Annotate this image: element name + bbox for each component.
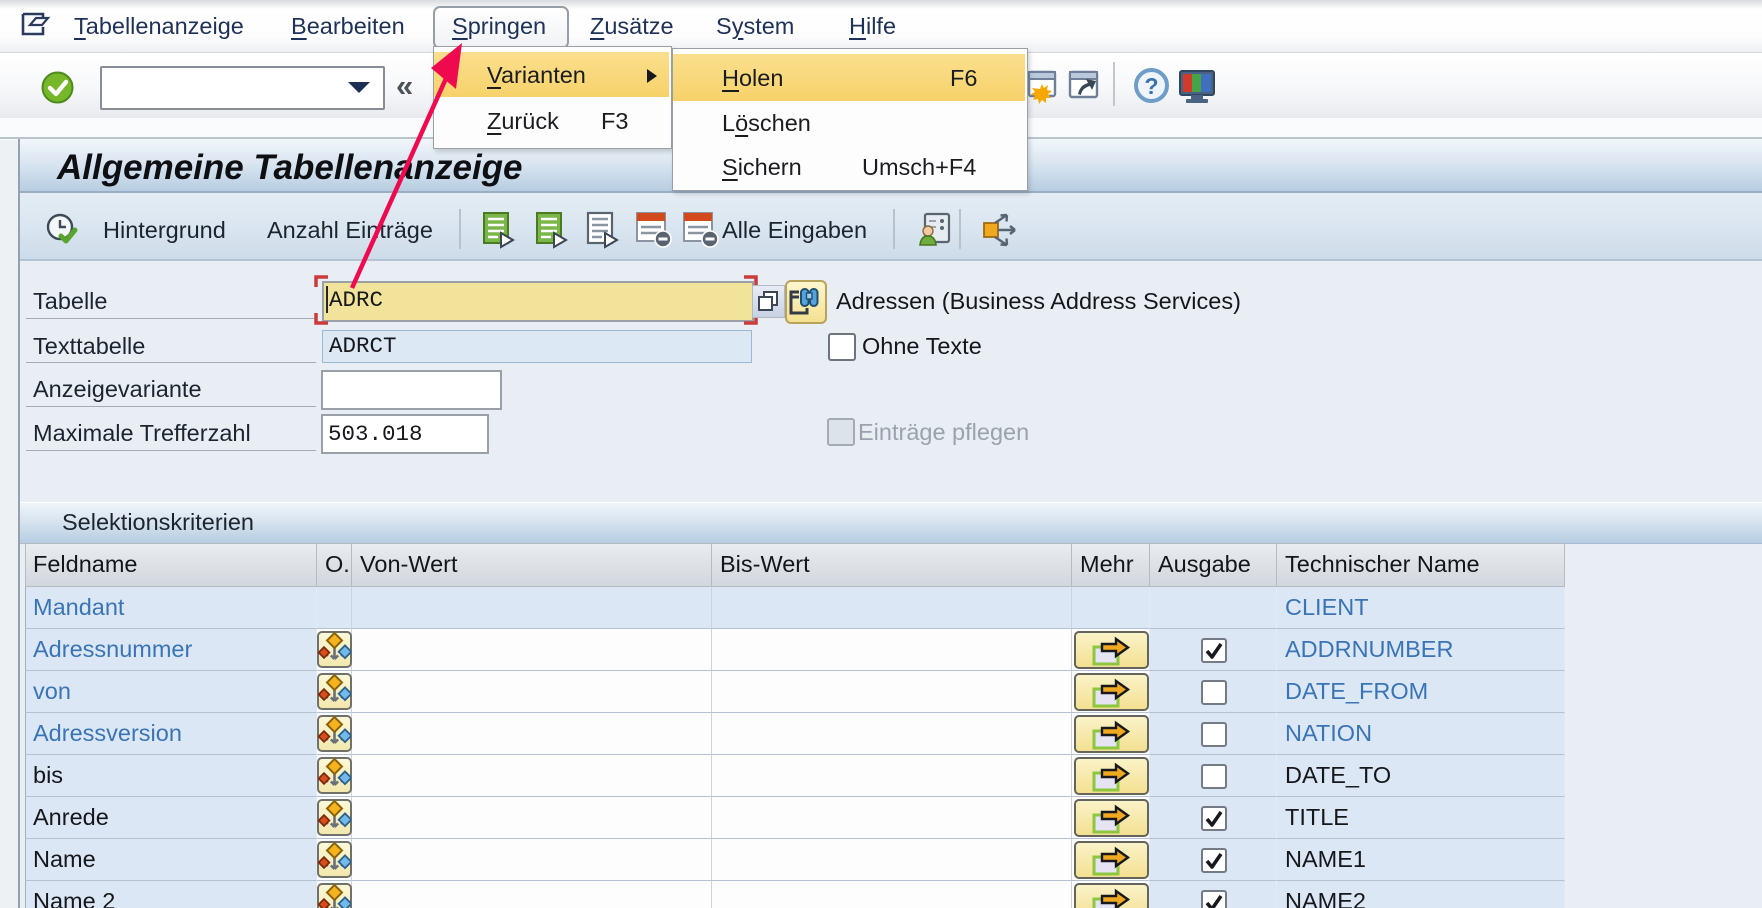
svg-text:?: ? — [1144, 73, 1158, 99]
